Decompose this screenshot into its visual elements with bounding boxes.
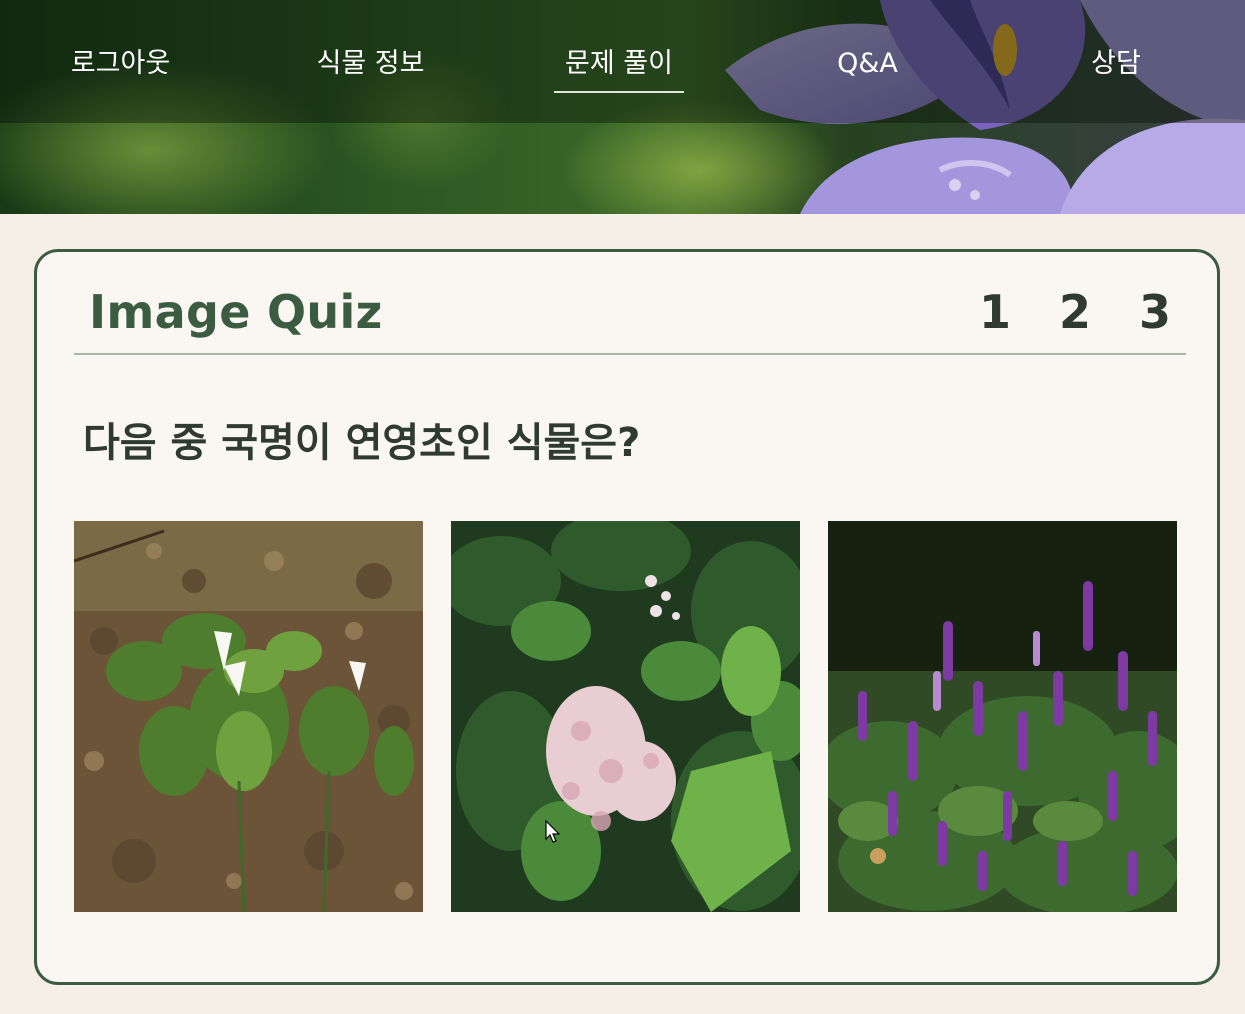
plant-photo-2	[451, 521, 800, 912]
quiz-title: Image Quiz	[89, 285, 383, 339]
mouse-cursor-icon	[545, 820, 561, 843]
quiz-page-1[interactable]: 1	[975, 285, 1015, 339]
plant-photo-1	[74, 521, 423, 912]
nav-logout[interactable]: 로그아웃	[63, 41, 178, 93]
answer-image-1[interactable]	[74, 521, 423, 912]
title-divider	[74, 353, 1186, 355]
quiz-page-2[interactable]: 2	[1055, 285, 1095, 339]
hero-header: 로그아웃 식물 정보 문제 풀이 Q&A 상담	[0, 0, 1245, 214]
quiz-card: Image Quiz 1 2 3 다음 중 국명이 연영초인 식물은?	[34, 249, 1220, 985]
top-navigation: 로그아웃 식물 정보 문제 풀이 Q&A 상담	[0, 0, 1245, 123]
quiz-page-3[interactable]: 3	[1135, 285, 1175, 339]
plant-photo-3	[828, 521, 1177, 912]
answer-image-3[interactable]	[828, 521, 1177, 912]
quiz-question: 다음 중 국명이 연영초인 식물은?	[83, 420, 641, 466]
nav-qna[interactable]: Q&A	[830, 41, 905, 93]
nav-plant-info[interactable]: 식물 정보	[308, 41, 433, 93]
nav-consultation[interactable]: 상담	[1085, 41, 1147, 93]
answer-image-2[interactable]	[451, 521, 800, 912]
nav-quiz[interactable]: 문제 풀이	[554, 41, 684, 93]
